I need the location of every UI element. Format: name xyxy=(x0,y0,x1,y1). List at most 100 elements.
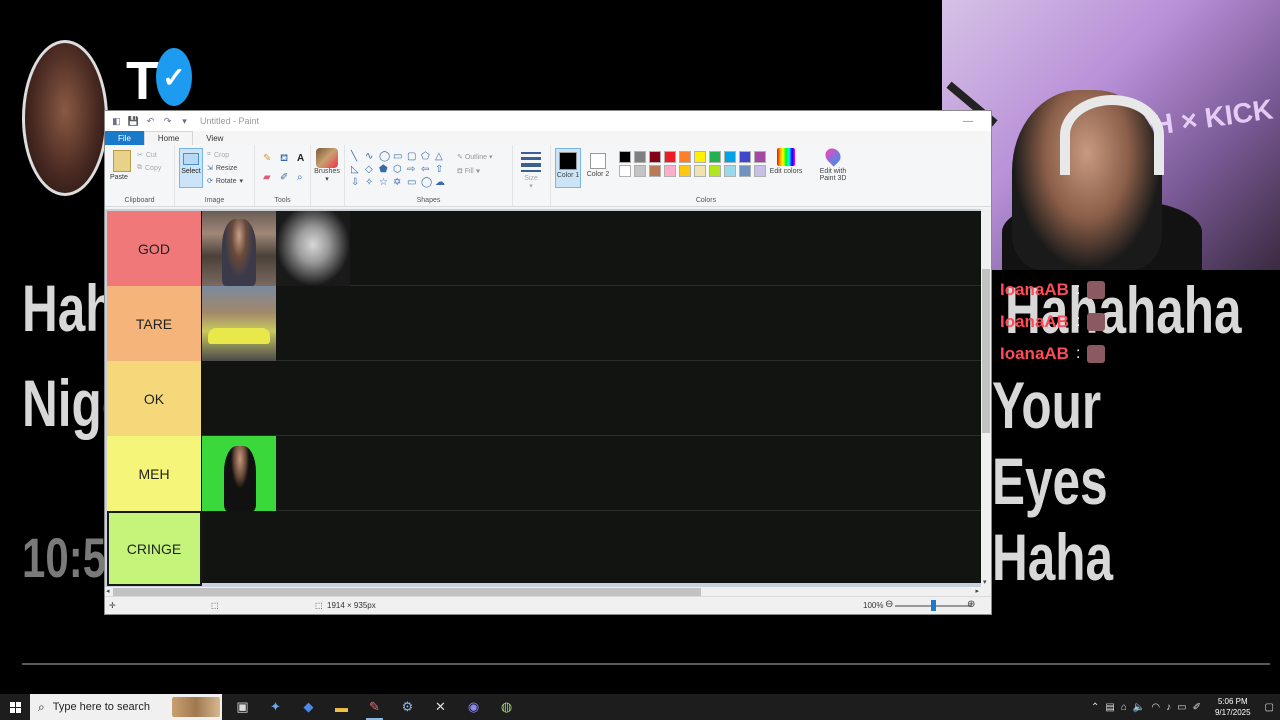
right-arrow-icon[interactable]: ⇨ xyxy=(407,164,420,175)
palette-swatch[interactable] xyxy=(694,151,706,163)
horizontal-scroll-thumb[interactable] xyxy=(113,588,701,596)
start-button[interactable] xyxy=(0,694,30,720)
zoom-slider-knob[interactable] xyxy=(931,600,936,611)
chrome-icon[interactable]: ◍ xyxy=(490,694,523,720)
pen-icon[interactable]: ✐ xyxy=(1193,702,1201,713)
paste-icon[interactable] xyxy=(113,150,131,172)
paste-button[interactable]: Paste xyxy=(110,174,128,181)
tab-file[interactable]: File xyxy=(105,131,144,145)
vertical-scrollbar[interactable]: ▾ xyxy=(981,209,991,587)
customize-dropdown-icon[interactable]: ▾ xyxy=(179,116,190,127)
edit-with-paint3d-button[interactable]: Edit with Paint 3D xyxy=(811,145,855,182)
six-point-star-icon[interactable]: ✡ xyxy=(393,177,406,188)
four-point-star-icon[interactable]: ✧ xyxy=(365,177,378,188)
copy-button[interactable]: ⧉ Copy xyxy=(137,164,161,172)
rectangle-icon[interactable]: ▭ xyxy=(393,151,406,162)
volume-icon[interactable]: 🔈 xyxy=(1133,702,1145,713)
tab-view[interactable]: View xyxy=(193,131,236,145)
show-hidden-icons-icon[interactable]: ⌃ xyxy=(1091,702,1099,713)
palette-swatch[interactable] xyxy=(649,151,661,163)
notifications-icon[interactable]: ▢ xyxy=(1265,702,1274,713)
scroll-down-icon[interactable]: ▾ xyxy=(983,578,987,586)
task-view-icon[interactable]: ▣ xyxy=(226,694,259,720)
rounded-rectangle-icon[interactable]: ▢ xyxy=(407,151,420,162)
file-explorer-icon[interactable]: ▬ xyxy=(325,694,358,720)
wifi-icon[interactable]: ◠ xyxy=(1151,702,1160,713)
network-icon[interactable]: ⌂ xyxy=(1121,702,1127,713)
diamond-icon[interactable]: ◇ xyxy=(365,164,378,175)
palette-swatch[interactable] xyxy=(739,165,751,177)
taskbar-clock[interactable]: 5:06 PM 9/17/2025 xyxy=(1215,696,1251,718)
five-point-star-icon[interactable]: ☆ xyxy=(379,177,392,188)
palette-swatch[interactable] xyxy=(649,165,661,177)
palette-swatch[interactable] xyxy=(664,151,676,163)
fill-button[interactable]: ⛾ Fill ▾ xyxy=(457,165,492,179)
drawing-canvas[interactable]: GOD TARE OK MEH CRINGE xyxy=(107,211,981,586)
palette-swatch[interactable] xyxy=(754,165,766,177)
right-triangle-icon[interactable]: ◺ xyxy=(351,164,364,175)
scroll-left-icon[interactable]: ◂ xyxy=(106,587,110,595)
select-button[interactable]: Select xyxy=(179,148,203,188)
steam-icon[interactable]: ⚙ xyxy=(391,694,424,720)
tab-home[interactable]: Home xyxy=(143,131,194,145)
speaker-icon[interactable]: ♪ xyxy=(1166,702,1171,713)
palette-swatch[interactable] xyxy=(709,165,721,177)
palette-swatch[interactable] xyxy=(679,165,691,177)
taskbar-search[interactable]: ⌕ Type here to search xyxy=(30,694,222,720)
outline-button[interactable]: ✎ Outline ▾ xyxy=(457,151,492,165)
tray-app-icon[interactable]: ▤ xyxy=(1105,702,1114,713)
fill-bucket-icon[interactable]: ⛾ xyxy=(280,153,295,166)
palette-swatch[interactable] xyxy=(724,151,736,163)
up-arrow-icon[interactable]: ⇧ xyxy=(435,164,448,175)
copilot-app-icon[interactable]: ◆ xyxy=(292,694,325,720)
left-arrow-icon[interactable]: ⇦ xyxy=(421,164,434,175)
zoom-in-icon[interactable]: ⊕ xyxy=(967,599,975,610)
zoom-out-icon[interactable]: ⊖ xyxy=(885,599,893,610)
oval-icon[interactable]: ◯ xyxy=(379,151,392,162)
pentagon-icon[interactable]: ⬟ xyxy=(379,164,392,175)
crop-button[interactable]: ⌗ Crop xyxy=(207,151,229,159)
size-button[interactable]: Size ▾ xyxy=(519,149,543,190)
tier-label-cringe[interactable]: CRINGE xyxy=(107,511,202,586)
polygon-icon[interactable]: ⬠ xyxy=(421,151,434,162)
eraser-icon[interactable]: ▰ xyxy=(263,172,278,183)
palette-swatch[interactable] xyxy=(739,151,751,163)
curve-icon[interactable]: ∿ xyxy=(365,151,378,162)
shapes-gallery[interactable]: ╲ ∿ ◯ ▭ ▢ ⬠ △ ◺ ◇ ⬟ ⬡ ⇨ ⇦ ⇧ ⇩ ✧ ☆ ✡ ▭ ◯ ☁ xyxy=(351,151,448,188)
callout-oval-icon[interactable]: ◯ xyxy=(421,177,434,188)
palette-swatch[interactable] xyxy=(679,151,691,163)
text-icon[interactable]: A xyxy=(297,153,312,166)
battery-icon[interactable]: ▭ xyxy=(1177,702,1186,713)
edit-colors-button[interactable]: Edit colors xyxy=(769,148,803,175)
palette-swatch[interactable] xyxy=(724,165,736,177)
color2-button[interactable]: Color 2 xyxy=(585,148,611,178)
minimize-button[interactable]: — xyxy=(963,116,973,127)
color1-button[interactable]: Color 1 xyxy=(555,148,581,188)
palette-swatch[interactable] xyxy=(619,165,631,177)
palette-swatch[interactable] xyxy=(619,151,631,163)
scroll-right-icon[interactable]: ▸ xyxy=(975,587,979,595)
down-arrow-icon[interactable]: ⇩ xyxy=(351,177,364,188)
save-icon[interactable]: 💾 xyxy=(128,116,139,127)
callout-rect-icon[interactable]: ▭ xyxy=(407,177,420,188)
palette-swatch[interactable] xyxy=(709,151,721,163)
palette-swatch[interactable] xyxy=(694,165,706,177)
palette-swatch[interactable] xyxy=(634,165,646,177)
palette-swatch[interactable] xyxy=(754,151,766,163)
hexagon-icon[interactable]: ⬡ xyxy=(393,164,406,175)
magnifier-icon[interactable]: ⌕ xyxy=(297,172,312,183)
palette-swatch[interactable] xyxy=(664,165,676,177)
line-icon[interactable]: ╲ xyxy=(351,151,364,162)
resize-button[interactable]: ⇲ Resize xyxy=(207,164,237,173)
discord-icon[interactable]: ◉ xyxy=(457,694,490,720)
color-picker-icon[interactable]: ✐ xyxy=(280,172,295,183)
redo-icon[interactable]: ↷ xyxy=(162,116,173,127)
rotate-button[interactable]: ⟳ Rotate ▾ xyxy=(207,177,243,186)
cut-button[interactable]: ✂ Cut xyxy=(137,151,157,160)
palette-swatch[interactable] xyxy=(634,151,646,163)
undo-icon[interactable]: ↶ xyxy=(145,116,156,127)
triangle-icon[interactable]: △ xyxy=(435,151,448,162)
paint-taskbar-icon[interactable]: ✎ xyxy=(358,694,391,720)
callout-cloud-icon[interactable]: ☁ xyxy=(435,177,448,188)
brushes-button[interactable]: Brushes ▾ xyxy=(313,148,341,183)
